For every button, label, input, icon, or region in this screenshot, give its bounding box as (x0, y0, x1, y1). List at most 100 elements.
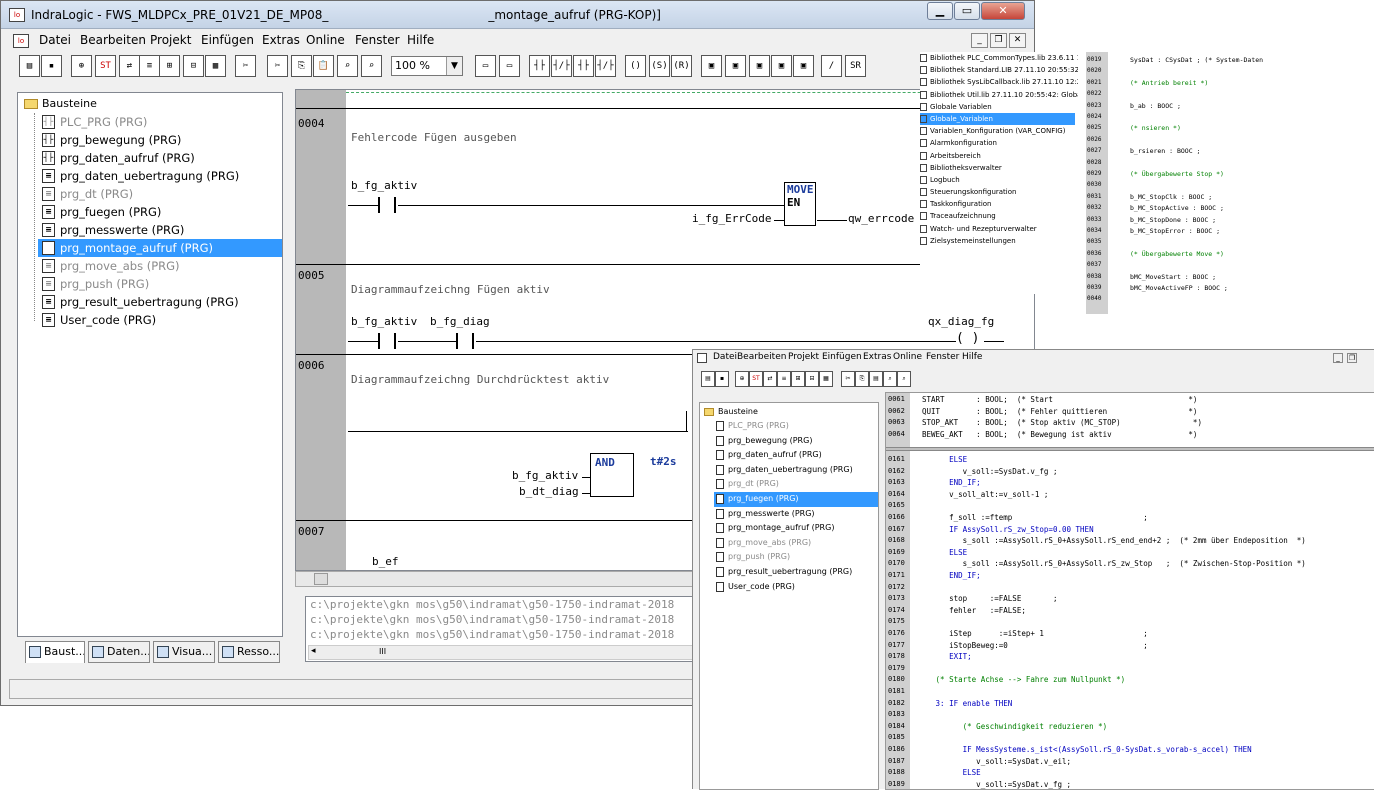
tree-item[interactable]: prg_push (PRG) (714, 550, 878, 565)
tree-item[interactable]: ≡ prg_result_uebertragung (PRG) (38, 293, 282, 311)
tree-item[interactable]: prg_daten_uebertragung (PRG) (714, 463, 878, 478)
set-reset-icon[interactable]: SR (845, 55, 866, 77)
step-in-icon[interactable]: ⊟ (805, 371, 819, 387)
reset-coil-icon[interactable]: (R) (671, 55, 692, 77)
menu-datei[interactable]: Datei (713, 352, 737, 362)
scroll-thumb[interactable] (314, 573, 328, 585)
paste-icon[interactable]: 📋 (313, 55, 334, 77)
scroll-thumb[interactable]: III (379, 647, 386, 656)
tree-item[interactable]: ≡ prg_messwerte (PRG) (38, 221, 282, 239)
find-next-icon[interactable]: ⌕ (897, 371, 911, 387)
resource-item[interactable]: Bibliothek PLC_CommonTypes.lib 23.6.11 1… (920, 52, 1097, 64)
document-icon[interactable] (697, 353, 707, 363)
resource-item[interactable]: Bibliothek SysLibCallback.lib 27.11.10 1… (920, 76, 1097, 88)
tree-item[interactable]: prg_fuegen (PRG) (714, 492, 878, 507)
tree-item[interactable]: ≡ User_code (PRG) (38, 311, 282, 329)
breakpoint-icon[interactable]: ≡ (139, 55, 160, 77)
find-next-icon[interactable]: ⌕ (361, 55, 382, 77)
step-in-icon[interactable]: ⊟ (183, 55, 204, 77)
mdi-minimize-button[interactable]: _ (971, 33, 988, 48)
mdi-restore-button[interactable]: ❐ (990, 33, 1007, 48)
reset-icon[interactable]: ⇄ (763, 371, 777, 387)
move-block[interactable]: MOVE EN (784, 182, 816, 226)
jump-icon[interactable]: ▣ (749, 55, 770, 77)
comment-icon[interactable]: ▣ (793, 55, 814, 77)
tab-visualisierung[interactable]: Visua... (153, 641, 215, 663)
rung-insert-icon[interactable]: ▭ (475, 55, 496, 77)
tree-item[interactable]: ≡ prg_dt (PRG) (38, 185, 282, 203)
resource-item[interactable]: Globale Variablen (920, 101, 1075, 113)
and-block[interactable]: AND (590, 453, 634, 497)
menu-datei[interactable]: Datei (39, 33, 71, 47)
tab-ressourcen[interactable]: Resso... (218, 641, 280, 663)
copy-icon[interactable]: ⎘ (855, 371, 869, 387)
rung-after-icon[interactable]: ▭ (499, 55, 520, 77)
menu-bearbeiten[interactable]: Bearbeiten (80, 33, 146, 47)
menu-hilfe[interactable]: Hilfe (407, 33, 434, 47)
box-en-icon[interactable]: ▣ (725, 55, 746, 77)
menu-projekt[interactable]: Projekt (150, 33, 191, 47)
tree-item[interactable]: prg_dt (PRG) (714, 477, 878, 492)
tree-item[interactable]: prg_messwerte (PRG) (714, 507, 878, 522)
resource-item[interactable]: Watch- und Rezepturverwalter (920, 223, 1075, 235)
coil-qx-diag-fg[interactable]: ( ) (956, 331, 979, 346)
tree-item[interactable]: prg_move_abs (PRG) (714, 536, 878, 551)
stop-icon[interactable]: ST (95, 55, 116, 77)
st-code-editor[interactable]: 0061 START : BOOL; (* Start *) 0062 QUIT : … (885, 392, 1374, 790)
menu-einfuegen[interactable]: Einfügen (201, 33, 254, 47)
open-icon[interactable]: ▤ (701, 371, 715, 387)
save-icon[interactable]: ▪ (715, 371, 729, 387)
maximize-button[interactable]: ▭ (954, 2, 980, 20)
parallel-contact-icon[interactable]: ┤├ (573, 55, 594, 77)
contact-b-fg-aktiv[interactable] (378, 197, 396, 213)
step-over-icon[interactable]: ⊞ (159, 55, 180, 77)
tree-item[interactable]: prg_daten_aufruf (PRG) (714, 448, 878, 463)
resource-item[interactable]: Logbuch (920, 174, 1075, 186)
tab-bausteine[interactable]: Baust... (25, 641, 85, 663)
menu-bearbeiten[interactable]: Bearbeiten (737, 352, 786, 362)
tree-root-bausteine[interactable]: Bausteine (24, 97, 97, 110)
zoom-select[interactable]: 100 % ▼ (391, 56, 463, 76)
close-button[interactable]: ✕ (981, 2, 1025, 20)
scroll-left-icon[interactable]: ◂ (311, 646, 316, 656)
step-over-icon[interactable]: ⊞ (791, 371, 805, 387)
tree-item[interactable]: PLC_PRG (PRG) (714, 419, 878, 434)
tree-item[interactable]: ┤├ prg_montage_aufruf (PRG) (38, 239, 282, 257)
menu-projekt[interactable]: Projekt (788, 352, 819, 362)
resource-item[interactable]: Alarmkonfiguration (920, 137, 1075, 149)
login-icon[interactable]: ⊕ (71, 55, 92, 77)
message-window[interactable]: c:\projekte\gkn mos\g50\indramat\g50-175… (305, 596, 695, 662)
find-icon[interactable]: ⌕ (883, 371, 897, 387)
mdi-restore-button[interactable]: ❐ (1347, 353, 1357, 363)
save-icon[interactable]: ▪ (41, 55, 62, 77)
contact-b-fg-diag[interactable] (456, 333, 474, 349)
resource-item[interactable]: Bibliotheksverwalter (920, 162, 1075, 174)
mdi-close-button[interactable]: ✕ (1009, 33, 1026, 48)
negated-contact-icon[interactable]: ┤/├ (551, 55, 572, 77)
mdi-minimize-button[interactable]: _ (1333, 353, 1343, 363)
menu-extras[interactable]: Extras (262, 33, 300, 47)
copy-icon[interactable]: ⎘ (291, 55, 312, 77)
cut-icon[interactable]: ✂ (235, 55, 256, 77)
open-icon[interactable]: ▤ (19, 55, 40, 77)
contact-b-fg-aktiv[interactable] (378, 333, 396, 349)
single-cycle-icon[interactable]: ▦ (819, 371, 833, 387)
resource-item[interactable]: Traceaufzeichnung (920, 210, 1075, 222)
menu-fenster[interactable]: Fenster (926, 352, 959, 362)
tree-item[interactable]: ┤├ prg_bewegung (PRG) (38, 131, 282, 149)
menu-extras[interactable]: Extras (863, 352, 891, 362)
cut2-icon[interactable]: ✂ (267, 55, 288, 77)
tree-item[interactable]: User_code (PRG) (714, 580, 878, 595)
menu-hilfe[interactable]: Hilfe (962, 352, 982, 362)
menu-einfuegen[interactable]: Einfügen (822, 352, 862, 362)
set-coil-icon[interactable]: (S) (649, 55, 670, 77)
resource-item[interactable]: Variablen_Konfiguration (VAR_CONFIG) (920, 125, 1075, 137)
resource-item[interactable]: Steuerungskonfiguration (920, 186, 1075, 198)
splitter[interactable] (886, 447, 1374, 451)
tree-item[interactable]: ≡ prg_move_abs (PRG) (38, 257, 282, 275)
breakpoint-icon[interactable]: ≡ (777, 371, 791, 387)
tab-datentypen[interactable]: Daten... (88, 641, 150, 663)
parallel-neg-contact-icon[interactable]: ┤/├ (595, 55, 616, 77)
stop-icon[interactable]: ST (749, 371, 763, 387)
return-icon[interactable]: ▣ (771, 55, 792, 77)
